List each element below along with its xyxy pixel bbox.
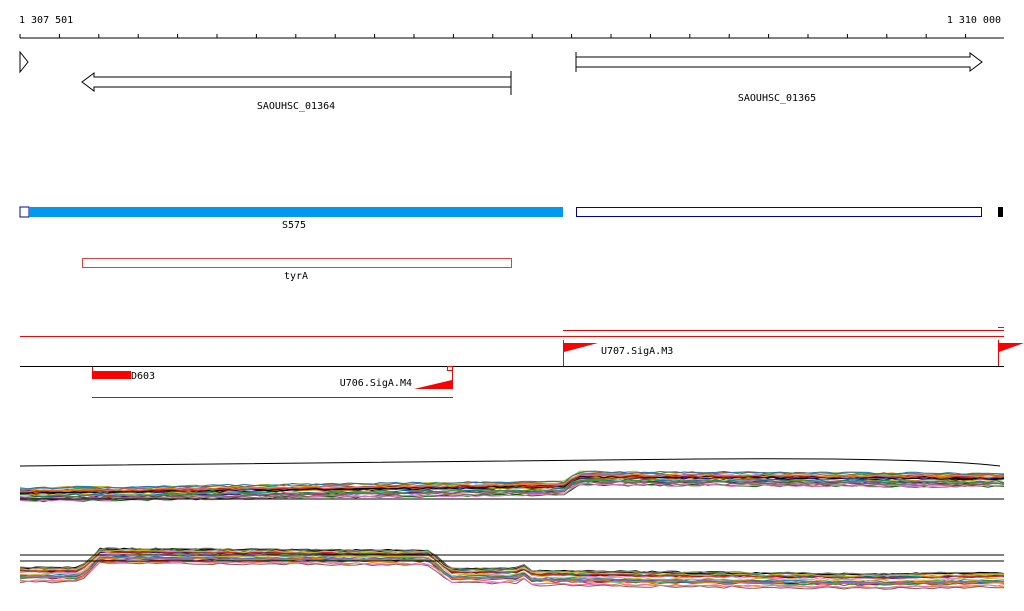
- transcript-label: U706.SigA.M4: [340, 378, 412, 389]
- gene-label: SAOUHSC_01365: [738, 93, 816, 104]
- promoter-flag-icon: [414, 380, 452, 389]
- gene-saouhsc-01364[interactable]: SAOUHSC_01364: [81, 71, 512, 112]
- segment-s575-label: S575: [282, 220, 306, 231]
- transcript-end-box: [447, 366, 453, 371]
- transcript-d603[interactable]: D603: [92, 367, 155, 382]
- segment-tyra-bar[interactable]: [82, 258, 512, 268]
- segment-left-stub[interactable]: [19, 206, 30, 218]
- expression-envelope-line: [19, 458, 1001, 467]
- gene-saouhsc-01365[interactable]: SAOUHSC_01365: [575, 52, 983, 104]
- transcript-label: U707.SigA.M3: [601, 346, 673, 357]
- transcript-d603-bar[interactable]: [92, 371, 131, 379]
- transcript-track: U707.SigA.M3 D603 U706.SigA.M4: [20, 327, 1024, 398]
- transcript-right-edge[interactable]: [998, 340, 1024, 366]
- expression-profile-lower: [19, 547, 1005, 590]
- segment-right-outline[interactable]: [576, 207, 982, 217]
- gene-label: SAOUHSC_01364: [257, 101, 335, 112]
- transcript-label: D603: [131, 371, 155, 382]
- gene-track: SAOUHSC_01364 SAOUHSC_01365: [19, 50, 983, 112]
- gene-arrow-reverse[interactable]: [81, 72, 512, 92]
- genome-browser-canvas: 1 307 501 1 310 000 SAOUHSC_01364 SAOUHS…: [19, 15, 1024, 590]
- expression-profile-upper: [19, 458, 1005, 503]
- transcript-u707[interactable]: U707.SigA.M3: [563, 340, 674, 366]
- promoter-flag-icon: [564, 343, 598, 352]
- ruler-end-label: 1 310 000: [947, 15, 1001, 26]
- coordinate-ruler: 1 307 501 1 310 000: [19, 15, 1004, 39]
- segment-s575-bar[interactable]: [29, 207, 563, 217]
- segment-tyra-label: tyrA: [284, 271, 308, 282]
- segment-right-marker[interactable]: [998, 207, 1003, 217]
- partial-gene-left-arrow[interactable]: [19, 50, 29, 74]
- gene-arrow-forward[interactable]: [575, 52, 983, 72]
- ruler-ticks: [19, 34, 967, 38]
- segment-track: S575: [19, 206, 1003, 231]
- promoter-flag-icon: [999, 343, 1024, 352]
- tyra-track: tyrA: [82, 258, 512, 282]
- ruler-start-label: 1 307 501: [19, 15, 73, 26]
